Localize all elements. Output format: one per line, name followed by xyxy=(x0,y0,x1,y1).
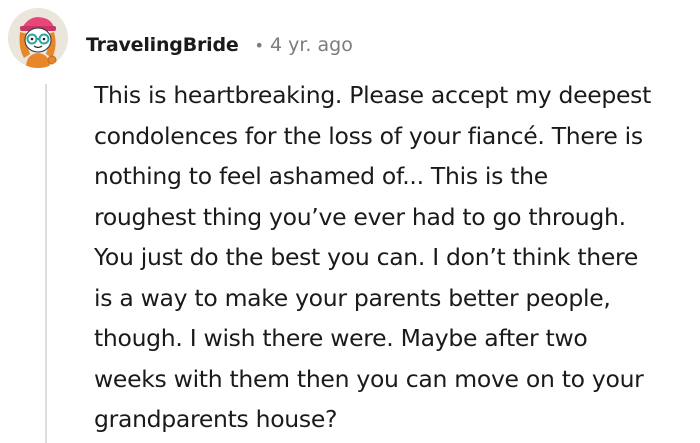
avatar-column xyxy=(8,8,68,443)
author-username[interactable]: TravelingBride xyxy=(86,34,239,56)
comment: TravelingBride • 4 yr. ago This is heart… xyxy=(0,0,700,443)
comment-header: TravelingBride • 4 yr. ago xyxy=(86,30,353,60)
comment-body: This is heartbreaking. Please accept my … xyxy=(94,81,652,433)
meta-separator: • xyxy=(254,35,264,55)
avatar[interactable] xyxy=(8,8,68,68)
comment-timestamp[interactable]: 4 yr. ago xyxy=(270,34,353,56)
snoo-avatar-icon xyxy=(8,8,68,68)
thread-line[interactable] xyxy=(45,84,47,443)
